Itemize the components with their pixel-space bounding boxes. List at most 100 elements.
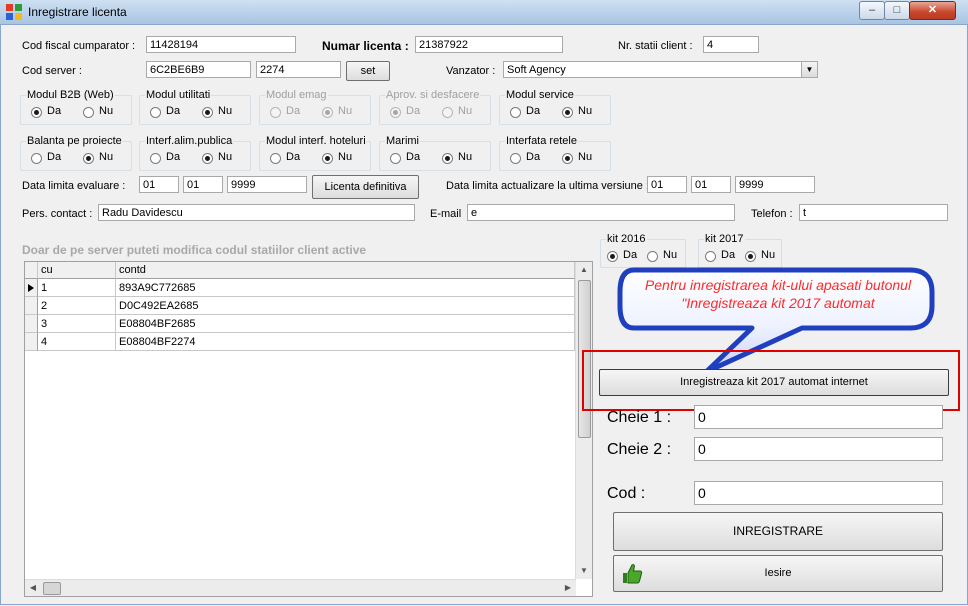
cell-cu[interactable]: 3 — [38, 315, 116, 333]
table-row[interactable]: 4 E08804BF2274 — [25, 333, 575, 351]
pers-contact-label: Pers. contact : — [22, 208, 93, 220]
inregistreaza-kit-automat-button[interactable]: Inregistreaza kit 2017 automat internet — [599, 369, 949, 396]
act-year-input[interactable]: 9999 — [735, 176, 815, 193]
row-selector[interactable] — [25, 297, 38, 315]
cell-cu[interactable]: 1 — [38, 279, 116, 297]
module-group-title: Modul B2B (Web) — [26, 89, 115, 101]
table-row[interactable]: 1 893A9C772685 — [25, 279, 575, 297]
table-row[interactable]: 2 D0C492EA2685 — [25, 297, 575, 315]
radio-nu[interactable] — [562, 153, 573, 164]
radio-nu[interactable] — [442, 153, 453, 164]
module-group-title: Modul interf. hoteluri — [265, 135, 367, 147]
title-bar[interactable]: Inregistrare licenta – □ ✕ — [0, 0, 968, 25]
eval-year-input[interactable]: 9999 — [227, 176, 307, 193]
cheie1-input[interactable]: 0 — [694, 405, 943, 429]
cod-input[interactable]: 0 — [694, 481, 943, 505]
maximize-button[interactable]: □ — [884, 1, 910, 20]
email-input[interactable]: e — [467, 204, 735, 221]
vertical-scrollbar[interactable]: ▲ ▼ — [575, 262, 592, 579]
kit-group: kit 2017 Da Nu — [698, 233, 782, 268]
kit-group-title: kit 2016 — [606, 233, 647, 245]
row-selector[interactable] — [25, 279, 38, 297]
cell-contd[interactable]: E08804BF2274 — [116, 333, 575, 351]
radio-nu[interactable] — [562, 107, 573, 118]
radio-da-label: Da — [406, 105, 421, 117]
radio-nu-label: Nu — [338, 105, 353, 117]
set-button[interactable]: set — [346, 61, 390, 81]
radio-nu-label: Nu — [578, 151, 593, 163]
module-group: Modul B2B (Web) Da Nu — [20, 89, 132, 125]
telefon-input[interactable]: t — [799, 204, 948, 221]
radio-da[interactable] — [150, 107, 161, 118]
radio-nu-label: Nu — [218, 151, 233, 163]
eval-day-input[interactable]: 01 — [139, 176, 179, 193]
radio-da[interactable] — [31, 153, 42, 164]
act-day-input[interactable]: 01 — [647, 176, 687, 193]
close-button[interactable]: ✕ — [909, 1, 956, 20]
act-month-input[interactable]: 01 — [691, 176, 731, 193]
module-group-title: Modul service — [505, 89, 575, 101]
horizontal-scrollbar[interactable]: ◀ ▶ — [25, 579, 576, 596]
nr-statii-input[interactable]: 4 — [703, 36, 759, 53]
cell-cu[interactable]: 4 — [38, 333, 116, 351]
chevron-down-icon[interactable]: ▼ — [801, 62, 817, 77]
radio-nu[interactable] — [322, 153, 333, 164]
cheie2-input[interactable]: 0 — [694, 437, 943, 461]
numar-licenta-input[interactable]: 21387922 — [415, 36, 563, 53]
cell-contd[interactable]: E08804BF2685 — [116, 315, 575, 333]
radio-nu[interactable] — [647, 251, 658, 262]
module-group-title: Modul emag — [265, 89, 328, 101]
radio-da[interactable] — [607, 251, 618, 262]
module-group-title: Balanta pe proiecte — [26, 135, 123, 147]
row-selector[interactable] — [25, 315, 38, 333]
radio-da[interactable] — [510, 107, 521, 118]
radio-nu-label: Nu — [663, 249, 678, 261]
scroll-left-arrow-icon[interactable]: ◀ — [25, 580, 41, 596]
cod-fiscal-input[interactable]: 11428194 — [146, 36, 296, 53]
scroll-up-arrow-icon[interactable]: ▲ — [576, 262, 592, 278]
client-stations-grid[interactable]: cu contd 1 893A9C772685 2 D0C492EA2685 3… — [24, 261, 593, 597]
eval-month-input[interactable]: 01 — [183, 176, 223, 193]
cell-contd[interactable]: 893A9C772685 — [116, 279, 575, 297]
grid-column-header[interactable]: cu — [38, 262, 116, 279]
cod-server-input-1[interactable]: 6C2BE6B9 — [146, 61, 251, 78]
grid-column-header[interactable]: contd — [116, 262, 575, 279]
kit-group-title: kit 2017 — [704, 233, 745, 245]
cod-server-label: Cod server : — [22, 65, 82, 77]
radio-nu[interactable] — [202, 107, 213, 118]
thumbs-up-icon — [623, 564, 643, 584]
vanzator-label: Vanzator : — [446, 65, 496, 77]
cheie2-label: Cheie 2 : — [607, 441, 672, 458]
radio-da[interactable] — [510, 153, 521, 164]
radio-nu — [322, 107, 333, 118]
radio-da — [390, 107, 401, 118]
radio-nu[interactable] — [83, 153, 94, 164]
scroll-down-arrow-icon[interactable]: ▼ — [576, 563, 592, 579]
radio-da[interactable] — [270, 153, 281, 164]
licenta-definitiva-button[interactable]: Licenta definitiva — [312, 175, 419, 199]
scroll-right-arrow-icon[interactable]: ▶ — [560, 580, 576, 596]
cod-server-input-2[interactable]: 2274 — [256, 61, 341, 78]
module-group-title: Modul utilitati — [145, 89, 212, 101]
table-row[interactable]: 3 E08804BF2685 — [25, 315, 575, 333]
radio-da-label: Da — [286, 151, 301, 163]
radio-da[interactable] — [390, 153, 401, 164]
iesire-label: Iesire — [764, 567, 792, 579]
radio-nu[interactable] — [83, 107, 94, 118]
cell-cu[interactable]: 2 — [38, 297, 116, 315]
minimize-button[interactable]: – — [859, 1, 885, 20]
radio-da[interactable] — [150, 153, 161, 164]
radio-nu-label: Nu — [761, 249, 776, 261]
cell-contd[interactable]: D0C492EA2685 — [116, 297, 575, 315]
vanzator-select[interactable]: Soft Agency ▼ — [503, 61, 818, 78]
app-icon — [6, 4, 22, 20]
iesire-button[interactable]: Iesire — [613, 555, 943, 592]
radio-nu[interactable] — [745, 251, 756, 262]
radio-da[interactable] — [31, 107, 42, 118]
pers-contact-input[interactable]: Radu Davidescu — [98, 204, 415, 221]
horizontal-scroll-thumb[interactable] — [43, 582, 61, 595]
inregistrare-button[interactable]: INREGISTRARE — [613, 512, 943, 551]
row-selector[interactable] — [25, 333, 38, 351]
radio-da[interactable] — [705, 251, 716, 262]
radio-nu[interactable] — [202, 153, 213, 164]
